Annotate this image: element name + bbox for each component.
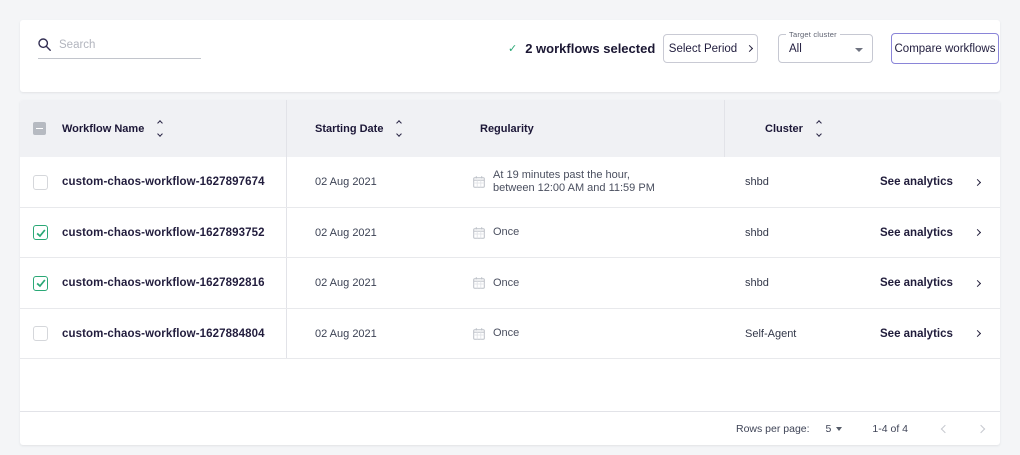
workflow-name: custom-chaos-workflow-1627892816 xyxy=(54,258,287,308)
checkmark-icon: ✓ xyxy=(508,42,517,55)
sort-desc-icon[interactable] xyxy=(157,131,163,137)
chevron-right-icon xyxy=(974,229,981,236)
calendar-icon xyxy=(473,176,485,188)
starting-date: 02 Aug 2021 xyxy=(287,258,460,308)
prev-page-icon[interactable] xyxy=(941,424,949,432)
workflow-name: custom-chaos-workflow-1627897674 xyxy=(54,157,287,207)
search-field[interactable] xyxy=(38,38,201,59)
table-row: custom-chaos-workflow-1627893752 02 Aug … xyxy=(20,208,1000,258)
regularity-line2: between 12:00 AM and 11:59 PM xyxy=(493,182,655,195)
cluster-name: shbd xyxy=(725,208,875,257)
target-cluster-label: Target cluster xyxy=(786,30,840,39)
regularity-line1: Once xyxy=(493,226,519,239)
see-analytics-link[interactable]: See analytics xyxy=(880,227,980,239)
compare-workflows-button[interactable]: Compare workflows xyxy=(891,33,999,64)
select-all-checkbox[interactable] xyxy=(33,122,46,135)
regularity-line1: At 19 minutes past the hour, xyxy=(493,169,655,182)
next-page-icon[interactable] xyxy=(977,424,985,432)
row-checkbox[interactable] xyxy=(33,326,48,341)
starting-date: 02 Aug 2021 xyxy=(287,309,460,358)
sort-desc-icon[interactable] xyxy=(816,131,822,137)
rows-per-page-label: Rows per page: xyxy=(736,423,810,435)
sort-desc-icon[interactable] xyxy=(397,131,403,137)
sort-asc-icon[interactable] xyxy=(397,120,403,126)
regularity-line1: Once xyxy=(493,327,519,340)
rows-per-page-value: 5 xyxy=(826,423,832,435)
dropdown-caret-icon xyxy=(855,48,863,52)
checkmark-icon xyxy=(35,227,47,239)
toolbar: ✓ 2 workflows selected Select Period Tar… xyxy=(20,20,1000,92)
see-analytics-label: See analytics xyxy=(880,176,953,188)
table-header-row: Workflow Name Starting Date Regularity C… xyxy=(20,100,1000,157)
target-cluster-select[interactable]: Target cluster All xyxy=(778,34,873,63)
chevron-right-icon xyxy=(974,178,981,185)
see-analytics-link[interactable]: See analytics xyxy=(880,277,980,289)
target-cluster-value: All xyxy=(789,43,802,55)
selection-status: ✓ 2 workflows selected xyxy=(508,41,655,56)
chevron-right-icon xyxy=(746,45,753,52)
sort-asc-icon[interactable] xyxy=(816,120,822,126)
starting-date: 02 Aug 2021 xyxy=(287,208,460,257)
calendar-icon xyxy=(473,227,485,239)
workflow-name: custom-chaos-workflow-1627893752 xyxy=(54,208,287,257)
see-analytics-link[interactable]: See analytics xyxy=(880,176,980,188)
chevron-right-icon xyxy=(974,330,981,337)
search-icon xyxy=(38,38,51,51)
row-checkbox[interactable] xyxy=(33,276,48,291)
sort-asc-icon[interactable] xyxy=(157,120,163,126)
sort-workflow-name[interactable] xyxy=(158,121,162,136)
workflow-name: custom-chaos-workflow-1627884804 xyxy=(54,309,287,358)
cluster-name: shbd xyxy=(725,258,875,308)
cluster-name: shbd xyxy=(725,157,875,207)
see-analytics-label: See analytics xyxy=(880,277,953,289)
sort-starting-date[interactable] xyxy=(397,121,401,136)
regularity-line1: Once xyxy=(493,277,519,290)
see-analytics-link[interactable]: See analytics xyxy=(880,328,980,340)
see-analytics-label: See analytics xyxy=(880,227,953,239)
row-checkbox[interactable] xyxy=(33,225,48,240)
calendar-icon xyxy=(473,277,485,289)
selection-status-text: 2 workflows selected xyxy=(525,41,655,56)
starting-date: 02 Aug 2021 xyxy=(287,157,460,207)
select-period-button[interactable]: Select Period xyxy=(663,34,758,63)
column-header-workflow-name: Workflow Name xyxy=(62,123,144,135)
sort-cluster[interactable] xyxy=(817,121,821,136)
workflows-table: Workflow Name Starting Date Regularity C… xyxy=(20,100,1000,445)
rows-per-page-select[interactable]: 5 xyxy=(826,423,843,435)
column-header-starting-date: Starting Date xyxy=(315,123,383,135)
table-row: custom-chaos-workflow-1627892816 02 Aug … xyxy=(20,258,1000,309)
pagination-range: 1-4 of 4 xyxy=(872,423,908,435)
table-row: custom-chaos-workflow-1627897674 02 Aug … xyxy=(20,157,1000,208)
cluster-name: Self-Agent xyxy=(725,309,875,358)
see-analytics-label: See analytics xyxy=(880,328,953,340)
dropdown-caret-icon xyxy=(836,427,842,431)
table-row: custom-chaos-workflow-1627884804 02 Aug … xyxy=(20,309,1000,359)
checkmark-icon xyxy=(35,277,47,289)
search-input[interactable] xyxy=(59,39,191,51)
compare-workflows-label: Compare workflows xyxy=(895,43,996,55)
row-checkbox[interactable] xyxy=(33,175,48,190)
chevron-right-icon xyxy=(974,279,981,286)
select-period-label: Select Period xyxy=(669,43,737,55)
column-header-regularity: Regularity xyxy=(480,123,534,135)
column-header-cluster: Cluster xyxy=(765,123,803,135)
calendar-icon xyxy=(473,328,485,340)
pagination-bar: Rows per page: 5 1-4 of 4 xyxy=(20,411,1000,445)
